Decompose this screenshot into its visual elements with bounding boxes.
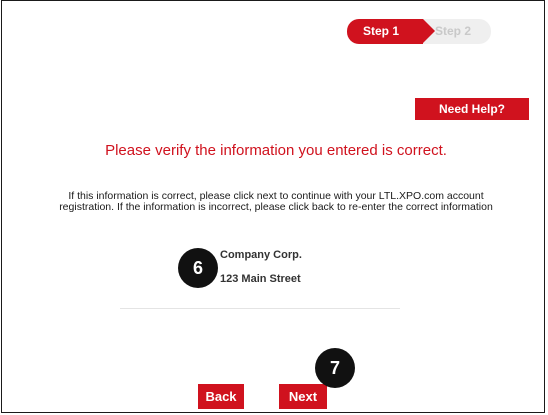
verify-heading: Please verify the information you entere… <box>105 142 447 159</box>
next-button[interactable]: Next <box>279 384 327 409</box>
step-2-indicator: Step 2 <box>435 24 472 38</box>
company-address: 123 Main Street <box>220 273 301 285</box>
company-name: Company Corp. <box>220 249 302 261</box>
back-button[interactable]: Back <box>198 384 244 409</box>
step-arrow-icon <box>423 19 435 43</box>
section-divider <box>120 308 400 309</box>
step-progress: Step 1 Step 2 <box>347 19 491 44</box>
callout-marker-company: 6 <box>178 248 218 288</box>
step-1-indicator: Step 1 <box>347 19 423 44</box>
need-help-button[interactable]: Need Help? <box>415 98 529 120</box>
callout-marker-next: 7 <box>315 348 355 388</box>
registration-panel: Step 1 Step 2 Need Help? Please verify t… <box>1 0 545 413</box>
verify-instructions: If this information is correct, please c… <box>59 190 493 213</box>
